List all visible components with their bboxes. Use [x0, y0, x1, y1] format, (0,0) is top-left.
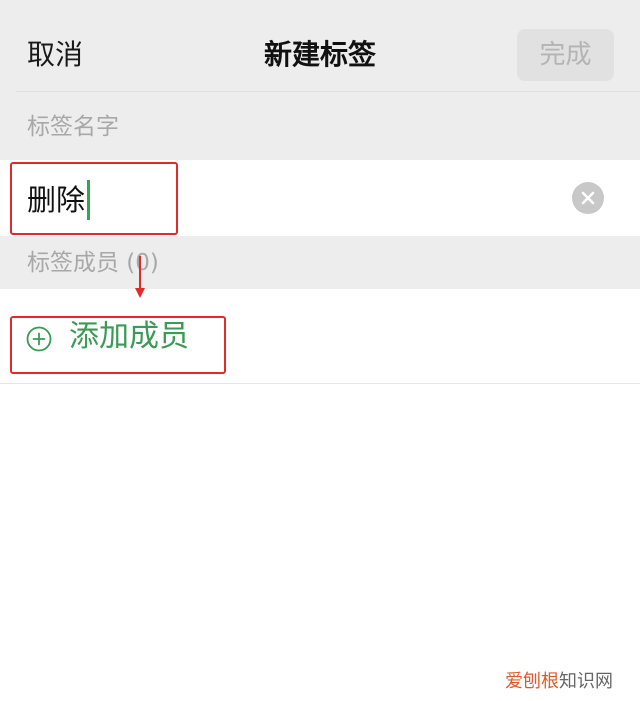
- tag-name-highlight-box: [10, 162, 178, 235]
- members-section-header: 标签成员 (0): [0, 236, 640, 289]
- watermark: 爱刨根知识网: [505, 670, 613, 694]
- clear-icon[interactable]: [572, 182, 604, 214]
- arrow-down-icon: [135, 256, 145, 298]
- watermark-suffix: 知识网: [559, 671, 613, 692]
- tag-name-label: 标签名字: [27, 114, 119, 140]
- done-button[interactable]: 完成: [517, 29, 614, 81]
- add-member-highlight-box: [10, 316, 226, 374]
- top-navigation-bar: 取消 新建标签 完成: [0, 0, 640, 92]
- watermark-brand: 爱刨根: [505, 671, 559, 692]
- tag-name-section-header: 标签名字: [0, 92, 640, 160]
